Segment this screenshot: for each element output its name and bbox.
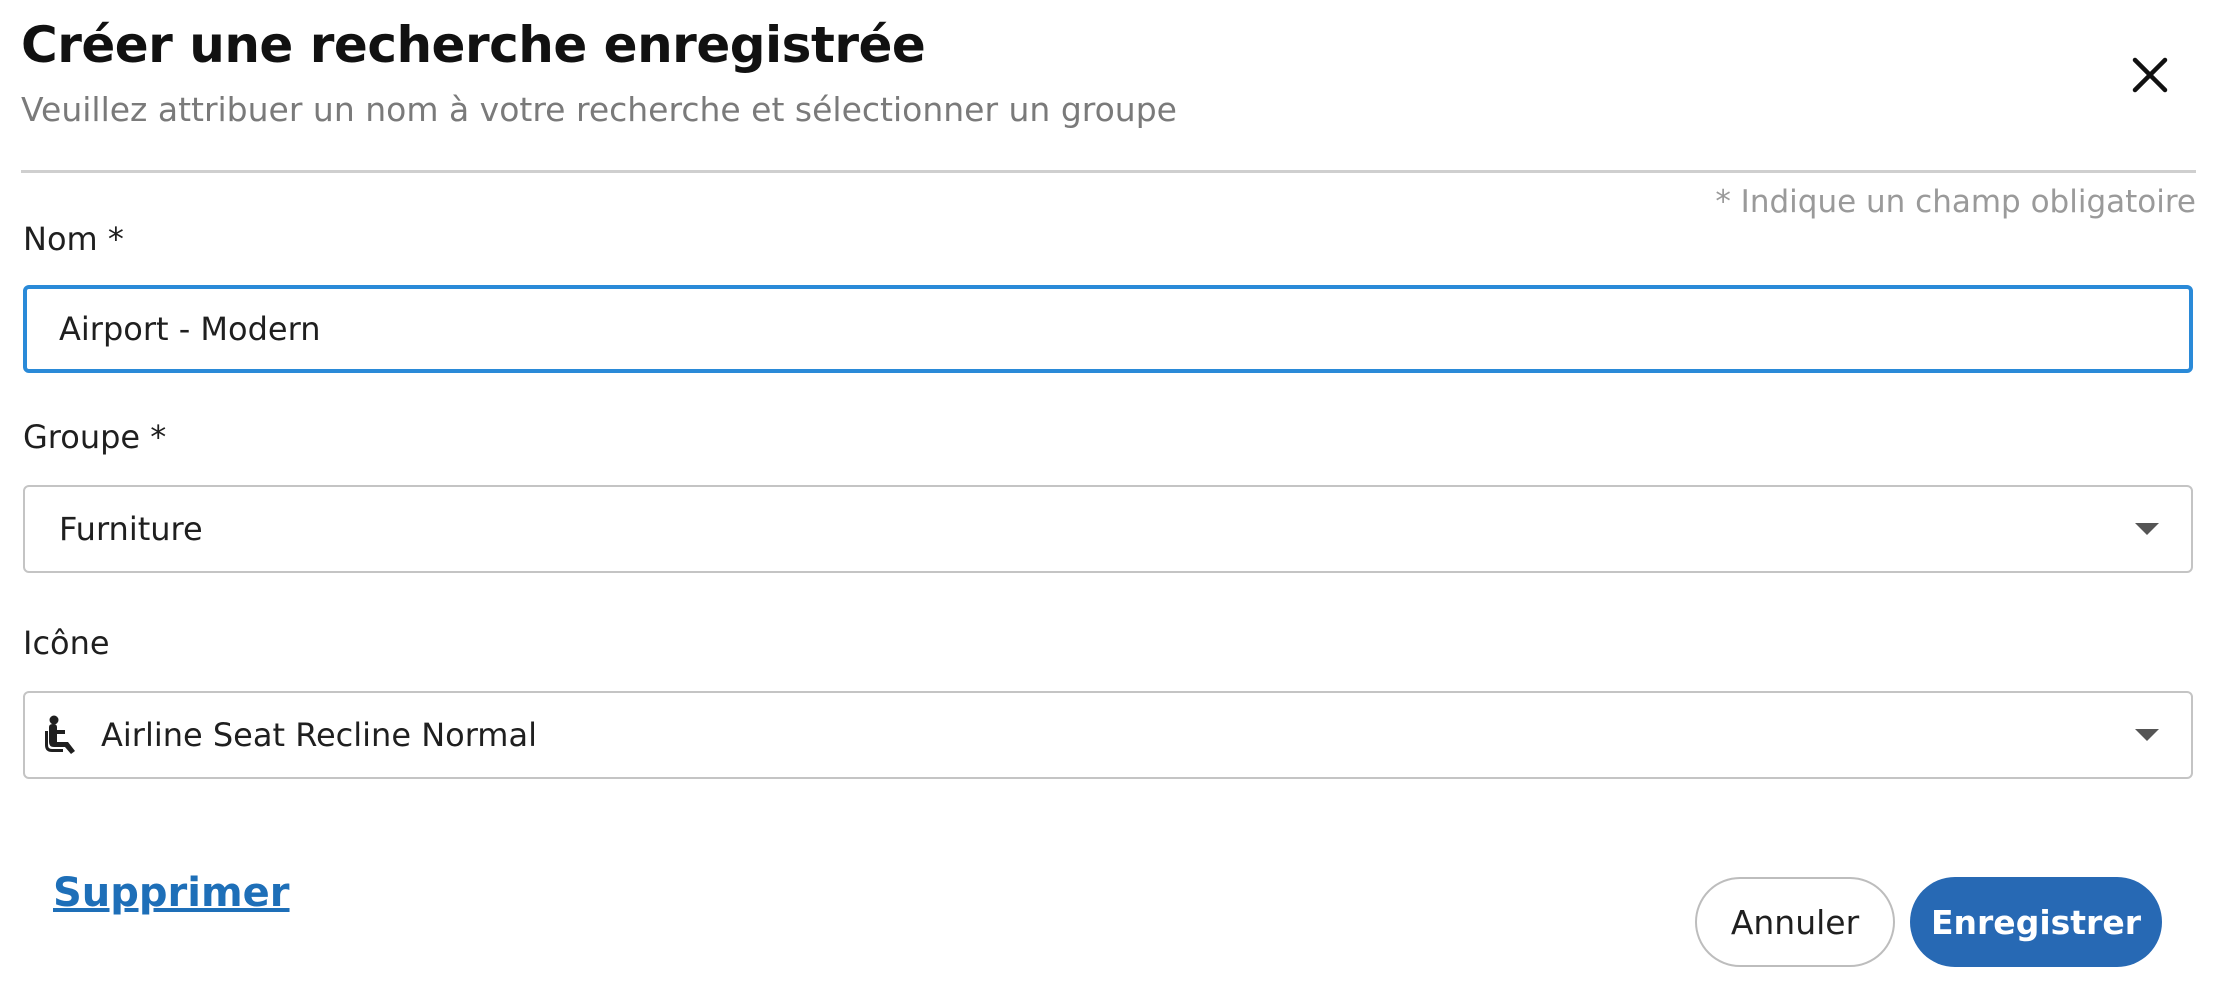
chevron-down-icon	[2135, 729, 2159, 741]
group-select-value: Furniture	[59, 510, 203, 548]
close-button[interactable]	[2125, 50, 2175, 100]
required-field-note: * Indique un champ obligatoire	[1715, 184, 2196, 220]
name-field-label: Nom *	[23, 220, 124, 258]
save-search-dialog: Créer une recherche enregistrée Veuillez…	[0, 0, 2224, 982]
dialog-title: Créer une recherche enregistrée	[21, 16, 926, 74]
header-divider	[21, 170, 2196, 173]
icon-field-label: Icône	[23, 624, 110, 662]
group-field-label: Groupe *	[23, 418, 167, 456]
group-select[interactable]: Furniture	[23, 485, 2193, 573]
save-button[interactable]: Enregistrer	[1910, 877, 2162, 967]
name-input[interactable]	[59, 289, 2119, 369]
icon-select[interactable]: Airline Seat Recline Normal	[23, 691, 2193, 779]
close-icon	[2132, 57, 2168, 93]
dialog-subtitle: Veuillez attribuer un nom à votre recher…	[21, 90, 1177, 129]
airline-seat-recline-normal-icon	[45, 715, 75, 754]
chevron-down-icon	[2135, 523, 2159, 535]
cancel-button[interactable]: Annuler	[1695, 877, 1895, 967]
delete-link[interactable]: Supprimer	[53, 870, 290, 916]
name-field[interactable]	[23, 285, 2193, 373]
icon-select-value: Airline Seat Recline Normal	[101, 716, 537, 754]
